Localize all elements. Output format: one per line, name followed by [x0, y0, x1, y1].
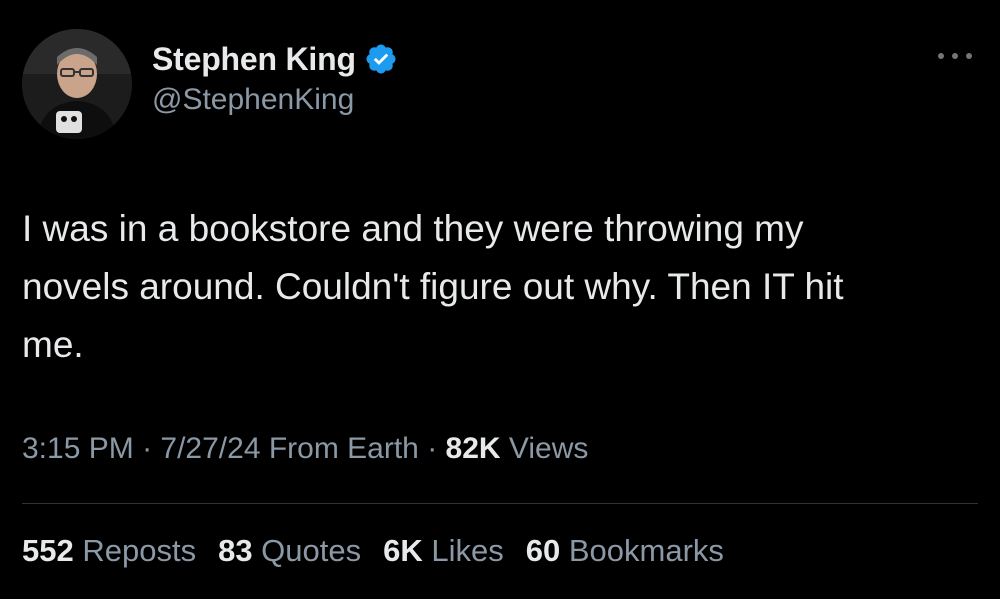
name-row: Stephen King: [152, 37, 398, 81]
author-avatar[interactable]: [22, 29, 132, 139]
quotes-count: 83: [218, 533, 253, 568]
more-dot: [952, 53, 958, 59]
more-dot: [966, 53, 972, 59]
tweet-text: I was in a bookstore and they were throw…: [22, 208, 844, 365]
bookmarks-label: Bookmarks: [560, 533, 724, 568]
likes-stat[interactable]: 6K Likes: [383, 533, 504, 569]
reposts-label: Reposts: [73, 533, 197, 568]
bookmarks-count: 60: [525, 533, 561, 568]
avatar-image: [22, 29, 132, 139]
tweet-card: Stephen King @StephenKing I was in a boo…: [0, 0, 1000, 599]
author-identity: Stephen King @StephenKing: [152, 37, 398, 117]
verified-badge-icon[interactable]: [364, 42, 398, 76]
tweet-header: Stephen King @StephenKing: [22, 28, 398, 140]
quotes-stat[interactable]: 83 Quotes: [218, 533, 361, 569]
meta-separator: ·: [418, 432, 446, 465]
author-handle[interactable]: @StephenKing: [152, 83, 398, 117]
reposts-stat[interactable]: 552 Reposts: [22, 533, 196, 569]
bookmarks-stat[interactable]: 60 Bookmarks: [526, 533, 724, 569]
divider: [22, 503, 978, 504]
tweet-meta: 3:15 PM · 7/27/24 From Earth · 82K Views: [22, 432, 588, 466]
likes-count: 6K: [383, 533, 423, 568]
engagement-stats: 552 Reposts 83 Quotes 6K Likes 60 Bookma…: [22, 533, 746, 569]
views-label: Views: [500, 432, 589, 465]
reposts-count: 552: [22, 533, 74, 568]
quotes-label: Quotes: [252, 533, 362, 568]
tweet-time[interactable]: 3:15 PM: [22, 432, 134, 465]
more-options-icon[interactable]: [938, 46, 972, 66]
views-count: 82K: [445, 432, 501, 465]
meta-separator: ·: [133, 432, 161, 465]
author-display-name[interactable]: Stephen King: [152, 41, 356, 78]
tweet-source: From Earth: [260, 432, 419, 465]
likes-label: Likes: [422, 533, 504, 568]
more-dot: [938, 53, 944, 59]
tweet-date[interactable]: 7/27/24: [160, 432, 260, 465]
